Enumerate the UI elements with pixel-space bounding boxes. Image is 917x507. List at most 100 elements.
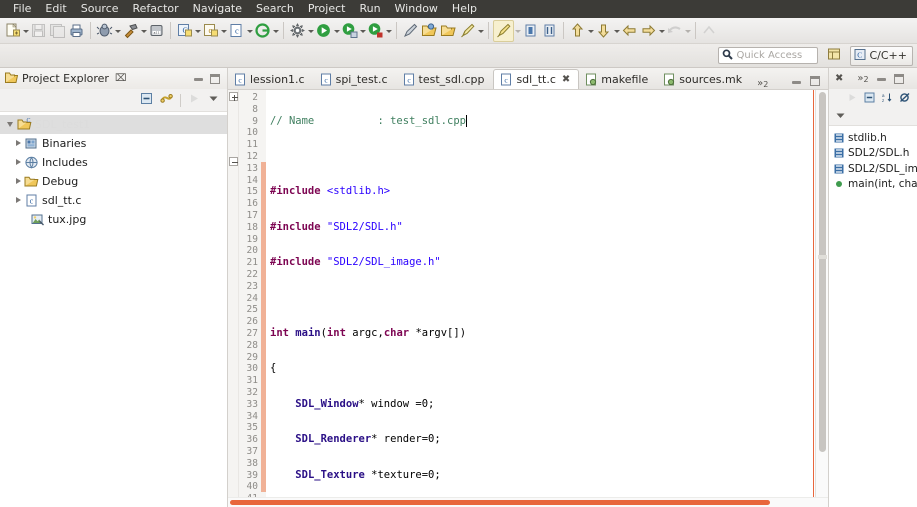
fold-column[interactable] — [228, 90, 239, 497]
previous-annotation-button[interactable] — [594, 20, 613, 42]
tree-item-debug[interactable]: Debug — [0, 172, 227, 191]
tree-item-includes[interactable]: Includes — [0, 153, 227, 172]
view-menu-icon[interactable] — [835, 110, 846, 124]
menu-navigate[interactable]: Navigate — [186, 0, 249, 18]
menu-run[interactable]: Run — [352, 0, 387, 18]
new-c-class-dropdown[interactable] — [220, 23, 227, 39]
print-button[interactable] — [67, 20, 86, 42]
tree-item-tux-jpg[interactable]: tux.jpg — [0, 210, 227, 229]
outline-tab-overflow[interactable]: » 2 — [857, 73, 868, 84]
tree-item-binaries[interactable]: Binaries — [0, 134, 227, 153]
marker-dropdown[interactable] — [514, 23, 521, 39]
menu-edit[interactable]: Edit — [38, 0, 73, 18]
project-explorer-tab[interactable]: Project Explorer ⌧ — [0, 68, 227, 89]
twisty-closed-icon[interactable] — [13, 195, 24, 206]
new-c-source-dropdown[interactable] — [246, 23, 253, 39]
toggle-block-selection-button[interactable] — [521, 20, 540, 42]
external-tools-button[interactable] — [288, 20, 307, 42]
minimize-icon[interactable] — [876, 74, 886, 83]
tree-item-project[interactable]: C SDL_test1 — [0, 115, 227, 134]
menu-help[interactable]: Help — [445, 0, 484, 18]
goto-dropdown[interactable] — [272, 23, 279, 39]
outline-item-sdl-image-h[interactable]: SDL2/SDL_im — [829, 161, 917, 177]
open-type-button[interactable] — [420, 20, 439, 42]
view-menu-icon[interactable] — [208, 93, 219, 107]
menu-source[interactable]: Source — [74, 0, 126, 18]
editor-horizontal-scrollbar[interactable] — [228, 497, 828, 507]
build-dropdown[interactable] — [140, 23, 147, 39]
search-dropdown[interactable] — [477, 23, 484, 39]
sort-icon[interactable]: az — [881, 92, 893, 106]
debug-run-dropdown[interactable] — [359, 23, 366, 39]
minimize-icon[interactable] — [194, 74, 203, 83]
save-all-button[interactable] — [48, 20, 67, 42]
marker-button[interactable] — [493, 19, 514, 42]
new-file-dropdown[interactable] — [22, 23, 29, 39]
focus-on-active-task-icon[interactable] — [188, 92, 201, 108]
fold-expanded-icon[interactable] — [229, 157, 238, 166]
menu-search[interactable]: Search — [249, 0, 301, 18]
undo-button[interactable] — [665, 20, 684, 42]
new-file-button[interactable] — [3, 20, 22, 42]
new-c-class-button[interactable]: c — [201, 20, 220, 42]
maximize-icon[interactable] — [810, 76, 820, 86]
overview-marker[interactable] — [818, 255, 827, 259]
fold-collapsed-icon[interactable] — [229, 92, 238, 101]
goto-button[interactable] — [253, 20, 272, 42]
profile-dropdown[interactable] — [385, 23, 392, 39]
code-text[interactable]: // Name : test_sdl.cpp #include <stdlib.… — [266, 90, 815, 497]
twisty-closed-icon[interactable] — [13, 138, 24, 149]
last-edit-button[interactable] — [700, 20, 719, 42]
debug-button[interactable] — [95, 20, 114, 42]
open-perspective-button[interactable] — [823, 46, 845, 66]
menu-window[interactable]: Window — [388, 0, 445, 18]
editor-tab-spi-test-c[interactable]: c spi_test.c — [314, 69, 397, 89]
code-editor[interactable]: 2 8 9 10 11 12 13 14 15 16 17 18 19 20 2… — [228, 89, 828, 507]
forward-button[interactable] — [639, 20, 658, 42]
twisty-open-icon[interactable] — [6, 119, 17, 130]
editor-tab-lession1-c[interactable]: c lession1.c — [228, 69, 314, 89]
editor-tab-overflow[interactable]: » 2 — [757, 78, 768, 89]
link-with-editor-icon[interactable] — [160, 92, 173, 108]
previous-annotation-dropdown[interactable] — [613, 23, 620, 39]
undo-dropdown[interactable] — [684, 23, 691, 39]
perspective-cpp-button[interactable]: C C/C++ — [850, 45, 913, 66]
editor-vertical-scrollbar[interactable] — [815, 90, 828, 497]
search-button[interactable] — [458, 20, 477, 42]
editor-tab-sources-mk[interactable]: sources.mk — [657, 69, 751, 89]
menu-project[interactable]: Project — [301, 0, 353, 18]
menu-refactor[interactable]: Refactor — [126, 0, 186, 18]
twisty-closed-icon[interactable] — [13, 176, 24, 187]
menu-file[interactable]: File — [6, 0, 38, 18]
minimize-icon[interactable] — [792, 77, 801, 86]
collapse-all-icon[interactable] — [140, 92, 153, 108]
profile-button[interactable] — [366, 20, 385, 42]
build-button[interactable] — [121, 20, 140, 42]
hide-non-public-icon[interactable] — [899, 92, 911, 106]
external-tools-dropdown[interactable] — [307, 23, 314, 39]
pencil-button[interactable] — [401, 20, 420, 42]
project-tree[interactable]: C SDL_test1 Binaries Includes Debug c sd… — [0, 111, 227, 507]
close-icon[interactable]: ✖ — [835, 73, 843, 84]
close-icon[interactable]: ✖ — [562, 74, 570, 85]
debug-run-button[interactable] — [340, 20, 359, 42]
outline-item-sdl-h[interactable]: SDL2/SDL.h — [829, 146, 917, 162]
maximize-icon[interactable] — [210, 73, 220, 84]
open-resource-button[interactable] — [439, 20, 458, 42]
editor-tab-sdl-tt-c[interactable]: c sdl_tt.c ✖ — [493, 69, 580, 89]
build-all-button[interactable]: all — [147, 20, 166, 42]
new-c-source-button[interactable]: c — [227, 20, 246, 42]
forward-dropdown[interactable] — [658, 23, 665, 39]
next-annotation-button[interactable] — [568, 20, 587, 42]
close-icon[interactable]: ⌧ — [115, 73, 127, 84]
outline-item-main[interactable]: main(int, char — [829, 177, 917, 193]
outline-list[interactable]: stdlib.h SDL2/SDL.h SDL2/SDL_im main(int… — [829, 125, 917, 507]
run-button[interactable] — [314, 20, 333, 42]
new-c-project-button[interactable]: C — [175, 20, 194, 42]
tree-item-sdl-tt-c[interactable]: c sdl_tt.c — [0, 191, 227, 210]
debug-dropdown[interactable] — [114, 23, 121, 39]
back-button[interactable] — [620, 20, 639, 42]
quick-access-input[interactable]: Quick Access — [718, 47, 819, 64]
hide-fields-icon[interactable] — [864, 92, 875, 106]
show-whitespace-button[interactable] — [540, 20, 559, 42]
